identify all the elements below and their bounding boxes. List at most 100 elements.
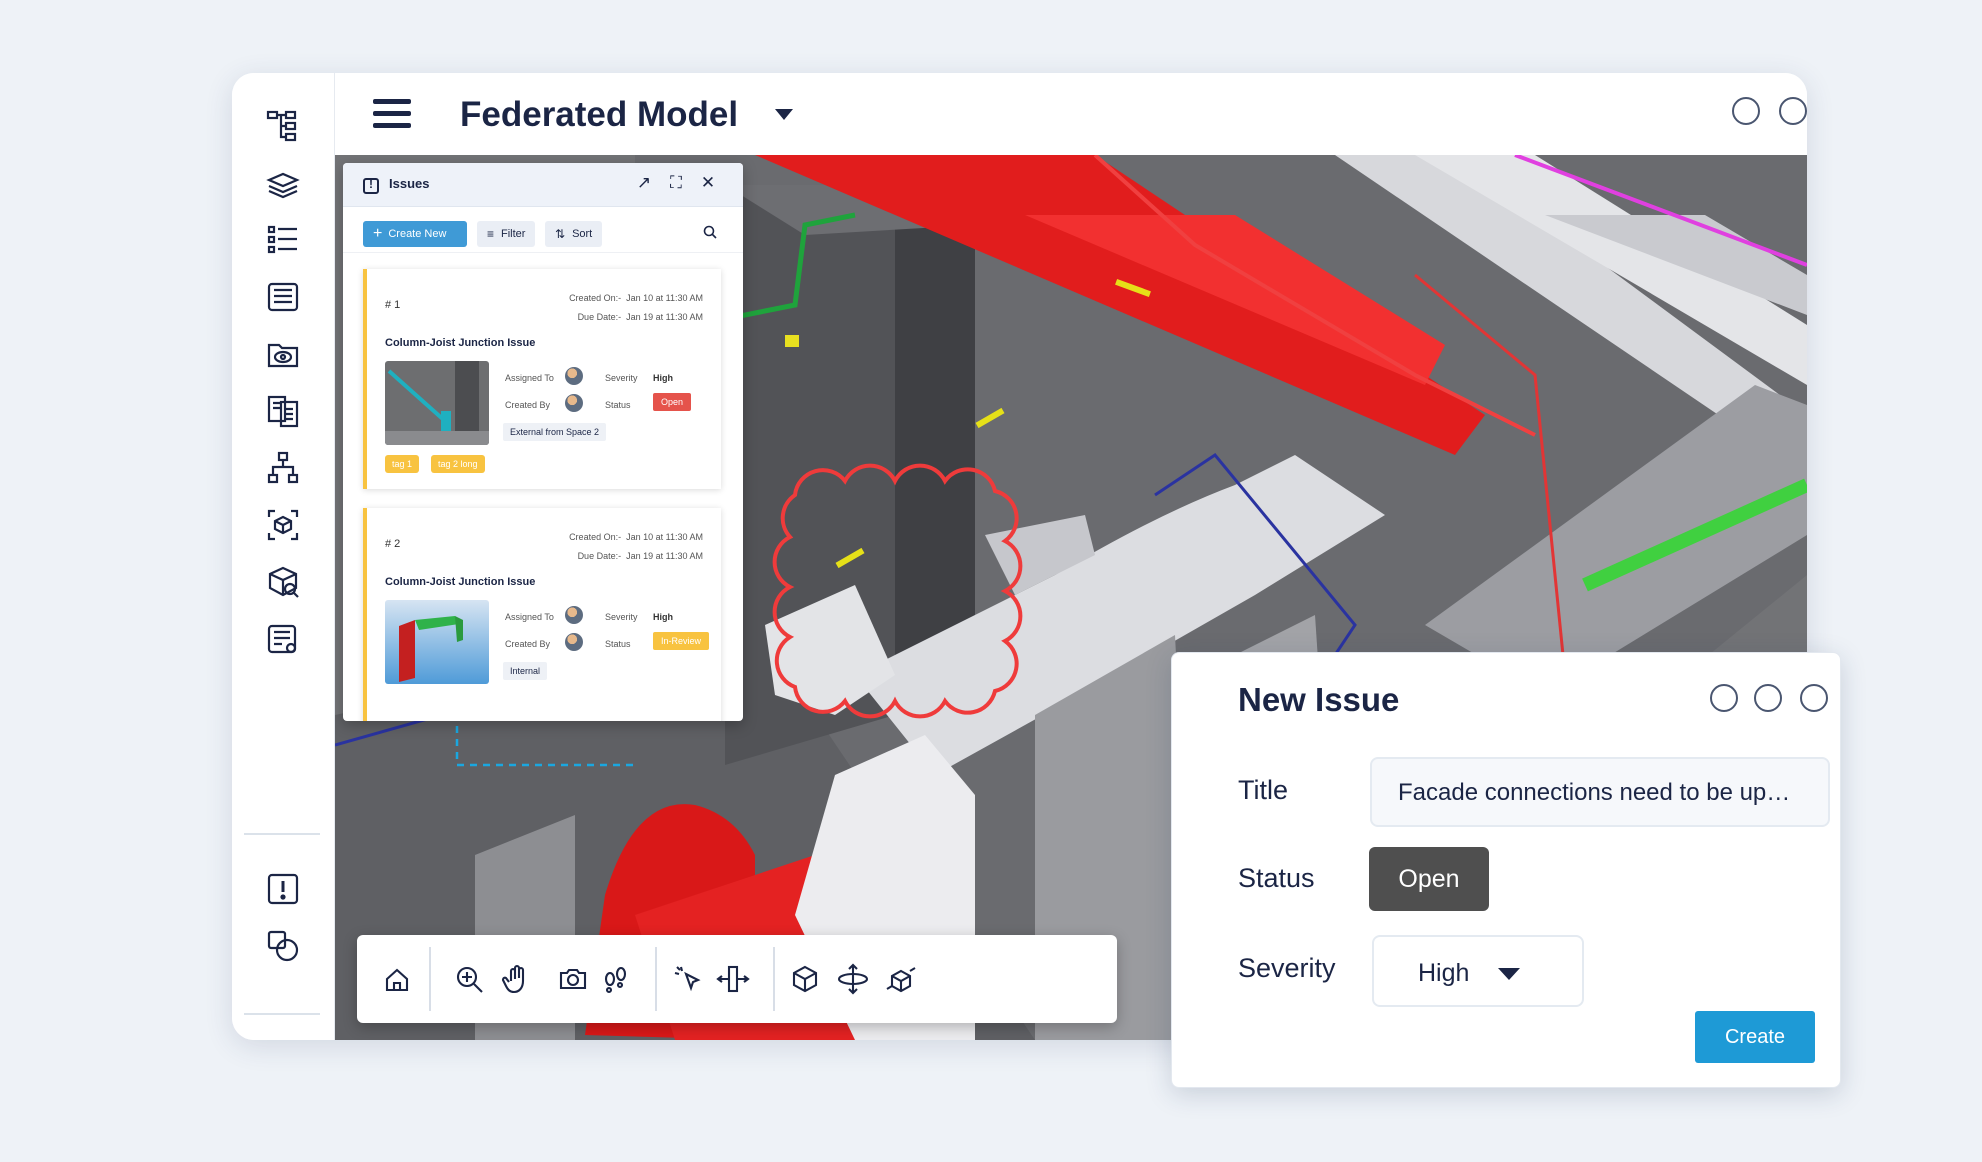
toolbar-divider: [773, 947, 775, 1011]
source-chip: External from Space 2: [503, 423, 607, 441]
filter-button[interactable]: ≡ Filter: [477, 221, 536, 247]
fullscreen-icon[interactable]: ⛶: [665, 173, 687, 195]
source-chip: Internal: [503, 662, 548, 680]
reports-icon[interactable]: [260, 616, 306, 662]
sort-label: Sort: [572, 228, 593, 240]
title-label: Title: [1238, 775, 1289, 805]
issues-alert-icon: [363, 177, 379, 194]
created-label: Created On:-: [569, 532, 622, 542]
window-control-button[interactable]: [1779, 97, 1807, 125]
status-badge: Open: [653, 393, 692, 411]
filter-icon: ≡: [487, 227, 495, 241]
popout-icon[interactable]: ↗: [633, 173, 655, 195]
creator-avatar: [565, 633, 583, 651]
create-new-label: Create New: [388, 228, 447, 240]
issues-icon[interactable]: [260, 866, 306, 912]
documents-icon[interactable]: [260, 388, 306, 434]
model-dropdown-caret-icon[interactable]: [775, 109, 793, 120]
creator-avatar: [565, 394, 583, 412]
section-icon[interactable]: [713, 959, 753, 999]
toolbar-divider: [429, 947, 431, 1011]
close-icon[interactable]: ✕: [697, 173, 719, 195]
due-label: Due Date:-: [577, 312, 622, 322]
dialog-title: New Issue: [1238, 681, 1400, 718]
assigned-label: Assigned To: [505, 612, 554, 622]
issue-card[interactable]: # 1 Created On:- Jan 10 at 11:30 AM Due …: [363, 269, 721, 489]
issue-name: Column-Joist Junction Issue: [385, 337, 536, 349]
layers-icon[interactable]: [260, 160, 306, 206]
sort-button[interactable]: ⇅ Sort: [545, 221, 603, 247]
filter-label: Filter: [501, 228, 526, 240]
model-title: Federated Model: [460, 95, 739, 134]
issue-tag[interactable]: tag 1: [385, 455, 420, 473]
window-control-button[interactable]: [1800, 684, 1828, 712]
severity-label: Severity: [605, 612, 638, 622]
new-issue-dialog: New Issue Title Facade connections need …: [1171, 652, 1841, 1088]
status-label: Status: [605, 639, 631, 649]
severity-value: High: [653, 373, 673, 383]
issue-thumbnail[interactable]: [385, 600, 489, 684]
model-tree-icon[interactable]: [260, 103, 306, 149]
cube-icon[interactable]: [785, 959, 825, 999]
views-icon[interactable]: [260, 331, 306, 377]
issues-panel-header: Issues ↗ ⛶ ✕: [343, 163, 743, 207]
status-label: Status: [605, 400, 631, 410]
compare-icon[interactable]: [260, 923, 306, 969]
home-icon[interactable]: [377, 959, 417, 999]
assigned-label: Assigned To: [505, 373, 554, 383]
list-icon[interactable]: [260, 217, 306, 263]
issue-dates: Created On:- Jan 10 at 11:30 AM Due Date…: [569, 289, 703, 327]
issue-card[interactable]: # 2 Created On:- Jan 10 at 11:30 AM Due …: [363, 508, 721, 721]
status-label: Status: [1238, 863, 1315, 893]
walk-icon[interactable]: [595, 959, 635, 999]
created-label: Created On:-: [569, 293, 622, 303]
severity-select[interactable]: High: [1372, 935, 1584, 1007]
window-control-button[interactable]: [1754, 684, 1782, 712]
issue-number: # 1: [385, 299, 401, 311]
zoom-icon[interactable]: [449, 959, 489, 999]
severity-value: High: [653, 612, 673, 622]
issues-toolbar: + Create New ≡ Filter ⇅ Sort: [343, 207, 743, 253]
search-icon[interactable]: [703, 225, 717, 239]
camera-icon[interactable]: [553, 959, 593, 999]
plus-icon: +: [373, 225, 383, 242]
issue-dates: Created On:- Jan 10 at 11:30 AM Due Date…: [569, 528, 703, 566]
chevron-down-icon: [1498, 968, 1520, 980]
sort-icon: ⇅: [555, 227, 566, 241]
issues-panel: Issues ↗ ⛶ ✕ + Create New ≡ Filter ⇅ Sort #…: [343, 163, 743, 721]
created-value: Jan 10 at 11:30 AM: [626, 532, 703, 542]
properties-icon[interactable]: [260, 274, 306, 320]
orbit-icon[interactable]: [833, 959, 873, 999]
assignee-avatar: [565, 367, 583, 385]
sidebar: [232, 73, 335, 1040]
created-value: Jan 10 at 11:30 AM: [626, 293, 703, 303]
due-value: Jan 19 at 11:30 AM: [626, 551, 703, 561]
issues-panel-title: Issues: [389, 176, 430, 191]
sidebar-divider: [244, 833, 320, 835]
created-by-label: Created By: [505, 400, 551, 410]
sidebar-divider: [244, 1013, 320, 1015]
select-icon[interactable]: [669, 959, 709, 999]
top-bar: Federated Model: [335, 73, 1807, 155]
severity-label: Severity: [605, 373, 638, 383]
create-button[interactable]: Create: [1695, 1011, 1815, 1063]
object-search-icon[interactable]: [260, 559, 306, 605]
explode-icon[interactable]: [881, 959, 921, 999]
status-badge: In-Review: [653, 632, 710, 650]
status-button[interactable]: Open: [1369, 847, 1489, 911]
issue-number: # 2: [385, 538, 401, 550]
hierarchy-icon[interactable]: [260, 445, 306, 491]
title-input[interactable]: Facade connections need to be updated: [1370, 757, 1830, 827]
navigation-toolbar: [357, 935, 1117, 1023]
create-new-button[interactable]: + Create New: [363, 221, 467, 247]
pan-icon[interactable]: [497, 959, 537, 999]
due-label: Due Date:-: [577, 551, 622, 561]
menu-icon[interactable]: [373, 99, 411, 129]
issue-thumbnail[interactable]: [385, 361, 489, 445]
issue-tag[interactable]: tag 2 long: [431, 455, 485, 473]
severity-value: High: [1418, 959, 1470, 987]
objects-icon[interactable]: [260, 502, 306, 548]
severity-label: Severity: [1238, 953, 1336, 983]
window-control-button[interactable]: [1710, 684, 1738, 712]
window-control-button[interactable]: [1732, 97, 1760, 125]
